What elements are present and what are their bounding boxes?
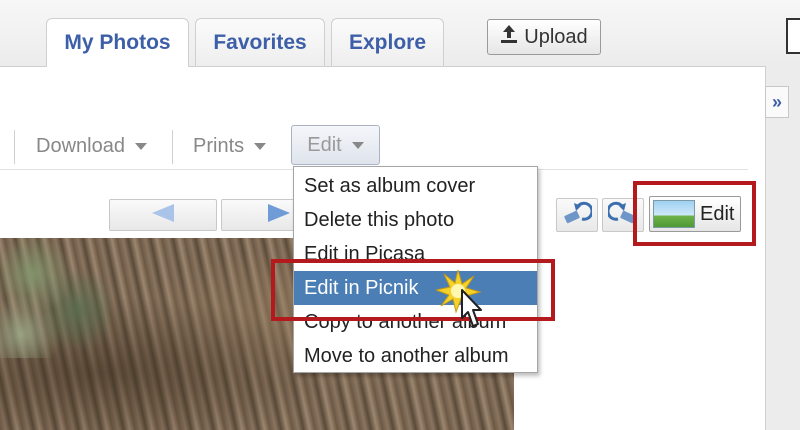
prints-menu[interactable]: Prints [193,131,267,161]
upload-icon [500,24,518,50]
tab-favorites[interactable]: Favorites [195,18,325,66]
tab-explore[interactable]: Explore [331,18,444,66]
caret-down-icon [351,141,364,149]
caret-down-icon [134,142,147,150]
upload-label: Upload [524,25,588,48]
toolbar-divider [172,130,173,164]
edit-menu-label: Edit [307,133,342,156]
toolbar-divider [14,130,15,164]
prev-arrow-icon [150,203,176,228]
menu-item-delete-photo[interactable]: Delete this photo [294,203,537,237]
tab-my-photos[interactable]: My Photos [46,18,189,67]
caret-down-icon [254,142,267,150]
right-side-panel [765,66,800,430]
edit-menu-button[interactable]: Edit [291,125,380,165]
collapse-panel-icon[interactable]: » [765,86,789,118]
checkbox[interactable] [786,18,800,54]
prints-label: Prints [193,134,245,157]
next-arrow-icon [266,203,292,228]
download-label: Download [36,134,125,157]
rotate-left-icon [562,201,594,230]
menu-item-set-album-cover[interactable]: Set as album cover [294,169,537,203]
photo-foliage [0,238,110,358]
upload-button[interactable]: Upload [487,19,601,55]
prev-photo-button[interactable] [109,199,217,231]
rotate-left-button[interactable] [556,198,598,232]
hand-cursor-icon [434,268,496,343]
download-menu[interactable]: Download [36,131,147,161]
picnik-highlight [271,259,555,321]
next-photo-button[interactable] [221,199,299,231]
menu-item-move-to-album[interactable]: Move to another album [294,339,537,373]
edit-button-highlight [633,181,756,246]
